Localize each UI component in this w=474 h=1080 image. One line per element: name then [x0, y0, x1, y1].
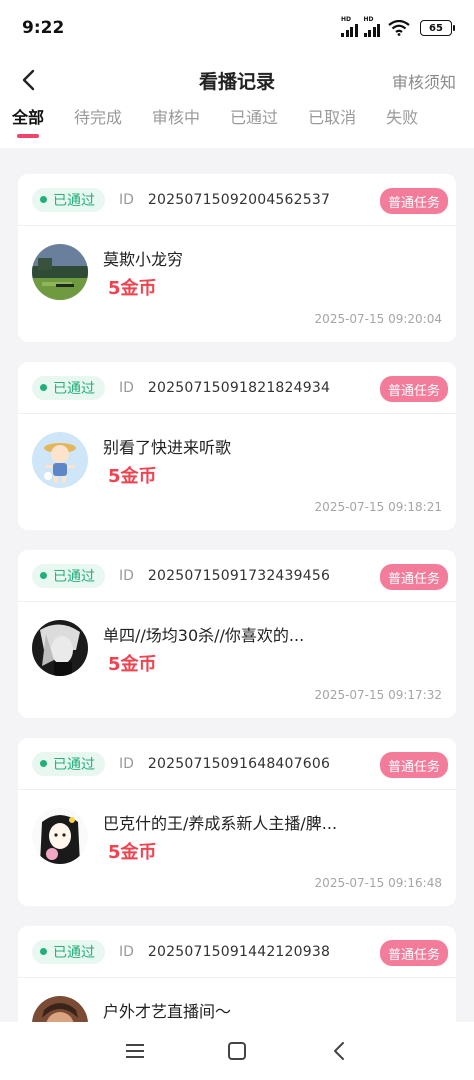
record-card[interactable]: 已通过 ID 20250715091442120938 普通任务 户外才艺直播间… — [18, 926, 456, 1022]
task-type-badge: 普通任务 — [379, 376, 448, 402]
title-bar: 看播记录 审核须知 — [0, 56, 474, 104]
wifi-icon — [388, 20, 410, 36]
filter-tabs: 全部 待完成 审核中 已通过 已取消 失败 — [0, 104, 474, 148]
status-text: 已通过 — [53, 192, 95, 209]
status-badge: 已通过 — [32, 563, 105, 588]
record-card-body: 单四//场均30杀//你喜欢的... 5金币 2025-07-15 09:17:… — [18, 602, 456, 718]
status-dot-icon — [40, 572, 47, 579]
task-type-badge: 普通任务 — [379, 188, 448, 214]
signal-icon: HD — [341, 16, 358, 37]
record-id: 20250715092004562537 — [147, 191, 331, 208]
record-list: 已通过 ID 20250715092004562537 普通任务 莫欺小龙穷 5… — [0, 148, 474, 1022]
record-time: 2025-07-15 09:17:32 — [314, 688, 442, 702]
task-type-badge: 普通任务 — [379, 564, 448, 590]
record-time: 2025-07-15 09:16:48 — [314, 876, 442, 890]
reward-amount: 5金币 — [108, 654, 157, 675]
id-label: ID — [119, 191, 134, 208]
tab-approved[interactable]: 已通过 — [230, 104, 278, 148]
task-type-badge: 普通任务 — [379, 752, 448, 778]
record-card-header: 已通过 ID 20250715091442120938 普通任务 — [18, 926, 456, 978]
task-type-badge: 普通任务 — [379, 940, 448, 966]
streamer-name: 莫欺小龙穷 — [103, 250, 184, 269]
record-card[interactable]: 已通过 ID 20250715091732439456 普通任务 单四//场均3 — [18, 550, 456, 718]
reward-amount: 5金币 — [108, 842, 157, 863]
avatar — [32, 432, 88, 488]
system-nav-bar — [0, 1022, 474, 1080]
id-label: ID — [119, 943, 134, 960]
id-label: ID — [119, 567, 134, 584]
page-title: 看播记录 — [198, 70, 275, 93]
status-dot-icon — [40, 948, 47, 955]
status-text: 已通过 — [53, 944, 95, 961]
signal-hd-label: HD — [341, 16, 352, 23]
status-dot-icon — [40, 760, 47, 767]
avatar — [32, 244, 88, 300]
tab-all[interactable]: 全部 — [12, 104, 44, 148]
streamer-name: 巴克什的王/养成系新人主播/脾... — [103, 814, 338, 833]
record-card[interactable]: 已通过 ID 20250715091821824934 普通任务 别看了快进来听… — [18, 362, 456, 530]
record-card[interactable]: 已通过 ID 20250715092004562537 普通任务 莫欺小龙穷 5… — [18, 174, 456, 342]
chevron-left-icon — [22, 69, 35, 91]
status-badge: 已通过 — [32, 375, 105, 400]
home-square-icon — [228, 1042, 246, 1060]
tab-pending[interactable]: 待完成 — [74, 104, 122, 148]
streamer-name: 单四//场均30杀//你喜欢的... — [103, 626, 305, 645]
reward-amount: 5金币 — [108, 466, 157, 487]
status-bar: 9:22 HD HD 65 — [0, 0, 474, 56]
tab-reviewing[interactable]: 审核中 — [152, 104, 200, 148]
signal-hd-label: HD — [363, 16, 374, 23]
record-id: 20250715091442120938 — [147, 943, 331, 960]
status-badge: 已通过 — [32, 939, 105, 964]
avatar — [32, 620, 88, 676]
back-triangle-icon — [334, 1042, 344, 1060]
home-button[interactable] — [217, 1031, 257, 1071]
status-dot-icon — [40, 384, 47, 391]
reward-amount: 5金币 — [108, 278, 157, 299]
status-text: 已通过 — [53, 380, 95, 397]
system-back-button[interactable] — [319, 1031, 359, 1071]
status-badge: 已通过 — [32, 187, 105, 212]
id-label: ID — [119, 379, 134, 396]
record-time: 2025-07-15 09:18:21 — [314, 500, 442, 514]
menu-icon — [126, 1044, 144, 1058]
signal-icon: HD — [363, 16, 380, 37]
review-notice-link[interactable]: 审核须知 — [392, 69, 456, 93]
record-time: 2025-07-15 09:20:04 — [314, 312, 442, 326]
record-card-body: 户外才艺直播间～ — [18, 978, 456, 1022]
record-id: 20250715091821824934 — [147, 379, 331, 396]
screen: 9:22 HD HD 65 看播记录 审核须知 全部 待完成 审核中 已通过 已… — [0, 0, 474, 1080]
battery-icon: 65 — [420, 20, 455, 36]
status-time: 9:22 — [22, 18, 65, 38]
record-card-header: 已通过 ID 20250715091732439456 普通任务 — [18, 550, 456, 602]
avatar — [32, 808, 88, 864]
record-id: 20250715091732439456 — [147, 567, 331, 584]
tab-cancelled[interactable]: 已取消 — [308, 104, 356, 148]
back-button[interactable] — [10, 62, 46, 98]
status-dot-icon — [40, 196, 47, 203]
avatar — [32, 996, 88, 1022]
status-icons: HD HD 65 — [341, 16, 455, 37]
record-id: 20250715091648407606 — [147, 755, 331, 772]
status-text: 已通过 — [53, 568, 95, 585]
record-card[interactable]: 已通过 ID 20250715091648407606 普通任务 巴克什的王/养… — [18, 738, 456, 906]
menu-button[interactable] — [115, 1031, 155, 1071]
record-card-body: 别看了快进来听歌 5金币 2025-07-15 09:18:21 — [18, 414, 456, 530]
tab-failed[interactable]: 失败 — [386, 104, 418, 148]
status-badge: 已通过 — [32, 751, 105, 776]
streamer-name: 户外才艺直播间～ — [103, 1002, 232, 1021]
streamer-name: 别看了快进来听歌 — [103, 438, 232, 457]
id-label: ID — [119, 755, 134, 772]
record-card-body: 莫欺小龙穷 5金币 2025-07-15 09:20:04 — [18, 226, 456, 342]
record-card-body: 巴克什的王/养成系新人主播/脾... 5金币 2025-07-15 09:16:… — [18, 790, 456, 906]
record-card-header: 已通过 ID 20250715092004562537 普通任务 — [18, 174, 456, 226]
record-card-header: 已通过 ID 20250715091821824934 普通任务 — [18, 362, 456, 414]
status-text: 已通过 — [53, 756, 95, 773]
record-card-header: 已通过 ID 20250715091648407606 普通任务 — [18, 738, 456, 790]
